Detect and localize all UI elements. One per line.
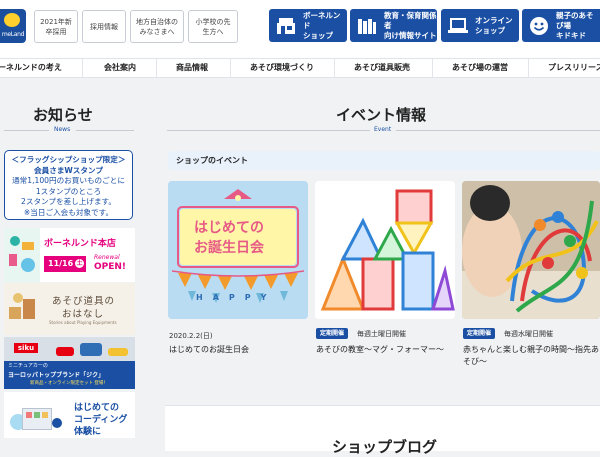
toy-stories-banner[interactable]: あそび道具の おはなし Stories about Playing Equipm… (4, 283, 135, 335)
notice-line: 会員さまWスタンプ (34, 165, 103, 175)
nav-divider (230, 59, 231, 77)
news-title: お知らせ (33, 106, 93, 124)
nav-divider (156, 59, 157, 77)
shop-events-label: ショップのイベント (176, 156, 248, 165)
event-title[interactable]: あそびの教室～マグ・フォーマー～ (316, 344, 444, 356)
banner-illustration (9, 289, 39, 329)
kidokido-button[interactable]: 親子のあそび場 キドキド (522, 9, 600, 42)
event-schedule: 毎週水曜日開催 (504, 330, 553, 338)
banner-illustration (4, 228, 40, 282)
notice-line: 通常1,100円のお買いものごとに (12, 176, 125, 185)
events-title: イベント情報 (336, 106, 427, 124)
recurring-tag: 定期開催 (316, 328, 349, 339)
new-graduate-recruit-link[interactable]: 2021年新 卒採用 (34, 10, 78, 43)
event-title[interactable]: はじめてのお誕生日会 (169, 344, 249, 356)
shop-blog-section: ショップブログ (165, 405, 600, 456)
logo-sun-icon (4, 13, 20, 27)
site-header: meLand 2021年新 卒採用 採用情報 地方自治体の みなさまへ 小学校の… (0, 0, 600, 59)
notice-line: ＜フラッグシップショップ限定＞ (11, 155, 126, 164)
event-image-magformers[interactable] (315, 181, 455, 319)
event-image-caption: お誕生日会 (194, 240, 264, 256)
news-rule-right (76, 130, 134, 131)
honten-renewal-banner[interactable]: ボーネルンド本店 11/16 土 Renewal OPEN! (4, 228, 135, 282)
notice-line: ※当日ご入会も対象です。 (23, 207, 114, 217)
nav-divider (82, 59, 83, 77)
banner-date: 11/16 土 (44, 256, 86, 272)
banner-illustration (10, 400, 62, 432)
nav-item-toy-sales[interactable]: あそび道具販売 (354, 62, 410, 73)
event-image-letters: HAPPY (196, 293, 277, 302)
books-icon (356, 15, 378, 37)
banner-subtitle: Stories about Playing Equipments (49, 320, 117, 325)
event-image-first-birthday[interactable]: はじめての お誕生日会 HAPPY (168, 181, 308, 319)
notice-line: 1スタンプのところ (35, 186, 102, 196)
events-subtitle: Event (374, 126, 392, 133)
siku-banner[interactable]: siku ミニチュアカーの ヨーロッパトップブランド「ジク」 新商品・オンライン… (4, 337, 135, 389)
laptop-icon (447, 15, 469, 37)
event-image-caption: はじめての (194, 220, 264, 236)
online-shop-button[interactable]: オンライン ショップ (441, 9, 519, 42)
banner-title: ボーネルンド本店 (44, 239, 116, 249)
banner-line: 新商品・オンライン限定セット 登場！ (30, 381, 108, 386)
siku-logo: siku (14, 343, 38, 353)
nav-divider (528, 59, 529, 77)
nav-item-products[interactable]: 商品情報 (176, 62, 208, 73)
blog-title: ショップブログ (332, 438, 438, 456)
coding-banner[interactable]: はじめての コーディング 体験に (4, 392, 135, 438)
smile-icon (528, 15, 550, 37)
local-government-link[interactable]: 地方自治体の みなさまへ (130, 10, 184, 43)
banner-renewal: Renewal (94, 254, 120, 261)
nav-divider (432, 59, 433, 77)
shop-events-header: ショップのイベント (168, 151, 600, 170)
banner-line: ヨーロッパトップブランド「ジク」 (8, 372, 105, 379)
bead-maze-illustration (462, 181, 600, 319)
logo-text: meLand (1, 31, 25, 38)
banner-open: OPEN! (94, 262, 127, 272)
shop-icon (275, 15, 297, 37)
nav-item-playground-operation[interactable]: あそび場の運営 (452, 62, 508, 73)
bornelund-shop-button[interactable]: ボーネルンド ショップ (269, 9, 347, 42)
notice-line: 2スタンプを差し上げます。 (21, 197, 116, 206)
event-title[interactable]: 赤ちゃんと楽しむ親子の時間～指先あ そび～ (463, 344, 600, 368)
magformers-illustration (315, 181, 455, 319)
nav-divider (334, 59, 335, 77)
news-subtitle: News (54, 126, 71, 133)
event-date: 2020.2.2(日) (169, 332, 213, 340)
bornelund-logo[interactable]: meLand (0, 9, 26, 43)
event-image-fingertip-play[interactable] (462, 181, 600, 319)
recruit-info-link[interactable]: 採用情報 (82, 10, 126, 43)
education-site-button[interactable]: 教育・保育関係者 向け情報サイト (350, 9, 437, 42)
nav-item-press-release[interactable]: プレスリリース (548, 62, 600, 73)
events-rule-right (396, 130, 600, 131)
member-stamp-notice[interactable]: ＜フラッグシップショップ限定＞ 会員さまWスタンプ 通常1,100円のお買いもの… (4, 150, 133, 220)
banner-line: ミニチュアカーの (8, 363, 48, 369)
school-teachers-link[interactable]: 小学校の先 生方へ (188, 10, 238, 43)
news-rule-left (4, 130, 49, 131)
banner-cars-illustration (52, 339, 132, 361)
event-schedule: 毎週土曜日開催 (357, 330, 406, 338)
banner-title: あそび道具の (52, 296, 116, 307)
banner-line: 体験に (74, 427, 102, 437)
events-rule-left (167, 130, 370, 131)
global-nav: ーネルンドの考え 会社案内 商品情報 あそび環境づくり あそび道具販売 あそび場… (0, 59, 600, 78)
nav-item-play-environment[interactable]: あそび環境づくり (250, 62, 314, 73)
recurring-tag: 定期開催 (463, 328, 496, 339)
nav-item-philosophy[interactable]: ーネルンドの考え (0, 62, 62, 73)
banner-title-2: おはなし (62, 309, 105, 320)
nav-item-company[interactable]: 会社案内 (104, 62, 136, 73)
